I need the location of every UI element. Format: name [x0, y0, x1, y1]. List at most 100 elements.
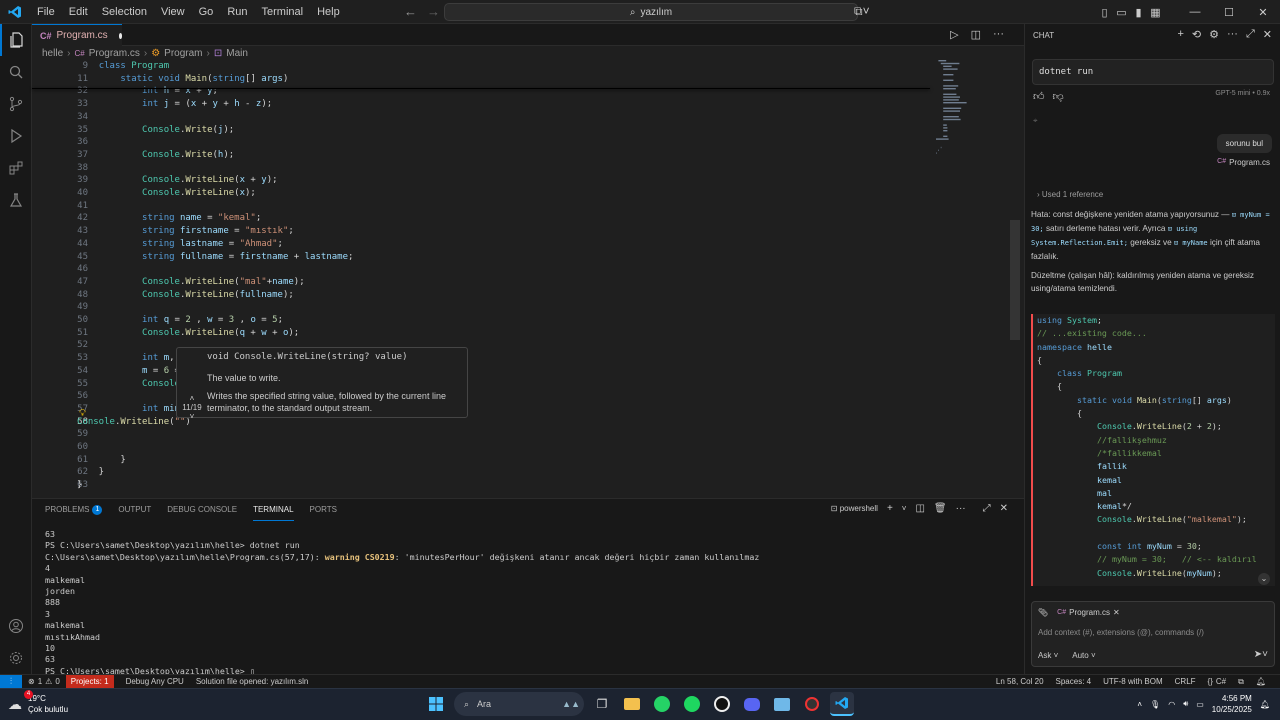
code-line[interactable]: 40 Console.WriteLine(x);	[32, 187, 932, 200]
encoding[interactable]: UTF-8 with BOM	[1097, 677, 1169, 687]
new-chat-icon[interactable]: +	[1177, 28, 1183, 41]
source-control-icon[interactable]	[0, 88, 32, 120]
weather-widget[interactable]: ☁ 19°C Çok bulutlu	[8, 693, 68, 715]
indentation[interactable]: Spaces: 4	[1050, 677, 1098, 687]
pin-icon[interactable]: ⌖	[1033, 116, 1038, 126]
forward-arrow-icon[interactable]: →	[427, 4, 440, 19]
maximize-button[interactable]: ☐	[1212, 6, 1246, 19]
thumbs-down-icon[interactable]: 👎︎	[1053, 90, 1064, 103]
menu-run[interactable]: Run	[220, 0, 254, 24]
split-terminal-icon[interactable]: ◫	[915, 503, 924, 514]
more-actions-icon[interactable]: ···	[1227, 28, 1238, 41]
overload-navigator[interactable]: ˄ 11/19 ˅	[179, 394, 205, 421]
code-line[interactable]: 37 Console.Write(h);	[32, 149, 932, 162]
attach-icon[interactable]: 📎︎	[1038, 608, 1048, 617]
code-line[interactable]: 38	[32, 162, 932, 175]
code-line[interactable]: 56	[32, 390, 932, 403]
code-editor[interactable]: 9 class Program 11 static void Main(strin…	[32, 60, 932, 498]
code-line[interactable]: 43 string firstname = "mıstık";	[32, 225, 932, 238]
thumbs-up-icon[interactable]: 👍︎	[1033, 90, 1045, 103]
menu-go[interactable]: Go	[192, 0, 221, 24]
code-line[interactable]: 53 int m,	[32, 352, 932, 365]
code-line[interactable]: 36	[32, 136, 932, 149]
chevron-down-icon[interactable]: ˅	[179, 412, 205, 421]
code-line[interactable]: 55 Console	[32, 378, 932, 391]
chat-code-block[interactable]: using System; // ...existing code... names…	[1031, 314, 1275, 586]
send-icon[interactable]: ➤˅	[1254, 649, 1268, 660]
toggle-secondary-sidebar-icon[interactable]: ▮	[1130, 6, 1147, 19]
breadcrumb-method[interactable]: Main	[226, 48, 248, 59]
menu-edit[interactable]: Edit	[62, 0, 95, 24]
editor-scrollbar[interactable]	[1010, 60, 1020, 498]
menu-terminal[interactable]: Terminal	[255, 0, 311, 24]
volume-icon[interactable]: 🔊︎	[1183, 699, 1188, 709]
code-line[interactable]: 39 Console.WriteLine(x + y);	[32, 174, 932, 187]
code-line[interactable]: 62 }	[32, 466, 932, 479]
search-icon[interactable]	[0, 56, 32, 88]
github-icon[interactable]	[710, 692, 734, 716]
settings-gear-icon[interactable]	[0, 642, 32, 674]
customize-layout-icon[interactable]: ▦	[1147, 6, 1164, 19]
code-line[interactable]: 50 int q = 2 , w = 3 , o = 5;	[32, 314, 932, 327]
scroll-down-icon[interactable]: ⌄	[1258, 573, 1270, 585]
code-line[interactable]: 46	[32, 263, 932, 276]
chevron-down-icon[interactable]: ˅	[902, 504, 907, 513]
file-explorer-icon[interactable]	[620, 692, 644, 716]
discord-icon[interactable]	[740, 692, 764, 716]
tab-problems[interactable]: PROBLEMS 1	[45, 499, 103, 521]
testing-flask-icon[interactable]	[0, 184, 32, 216]
solution-status[interactable]: Solution file opened: yazılım.sln	[190, 677, 315, 686]
code-line[interactable]: 33 int j = (x + y + h - z);	[32, 98, 932, 111]
photos-icon[interactable]	[770, 692, 794, 716]
run-debug-icon[interactable]	[0, 120, 32, 152]
user-message-reference[interactable]: C# Program.cs	[1217, 158, 1270, 167]
split-editor-icon[interactable]: ◫	[971, 28, 981, 41]
tab-terminal[interactable]: TERMINAL	[253, 499, 294, 521]
code-line[interactable]: 61 }	[32, 454, 932, 467]
code-line[interactable]: 58 Console.WriteLine("")	[32, 416, 932, 429]
network-icon[interactable]: ◠	[1168, 700, 1175, 709]
terminal-shell-selector[interactable]: ⊡ powershell	[831, 504, 878, 513]
copilot-icon[interactable]: ⧉˅	[854, 4, 870, 19]
notification-bell-icon[interactable]: 🔔︎	[1260, 700, 1270, 709]
whatsapp-icon[interactable]	[650, 692, 674, 716]
code-line[interactable]: 47 Console.WriteLine("mal"+name);	[32, 276, 932, 289]
code-line[interactable]: 49	[32, 301, 932, 314]
breadcrumb-class[interactable]: Program	[164, 48, 202, 59]
code-line[interactable]: 44 string lastname = "Ahmad";	[32, 238, 932, 251]
toggle-primary-sidebar-icon[interactable]: ▯	[1096, 6, 1113, 19]
sticky-scroll-line[interactable]: 11 static void Main(string[] args)	[32, 72, 932, 86]
code-line[interactable]: 57 int min	[32, 403, 932, 416]
remote-indicator-icon[interactable]: ⫶	[0, 674, 22, 689]
microphone-icon[interactable]: 🎙︎	[1150, 700, 1160, 709]
chat-input-placeholder[interactable]: Add context (#), extensions (@), command…	[1038, 628, 1204, 637]
lightbulb-icon[interactable]: 💡︎	[79, 408, 86, 419]
copilot-status-icon[interactable]: ⧉	[1232, 677, 1250, 687]
code-line[interactable]: 52	[32, 339, 932, 352]
settings-gear-icon[interactable]: ⚙	[1209, 28, 1219, 41]
command-center-search[interactable]: ⌕ yazılım	[444, 3, 858, 21]
chevron-up-icon[interactable]: ˄	[179, 394, 205, 403]
menu-view[interactable]: View	[154, 0, 192, 24]
close-icon[interactable]: ✕	[1263, 28, 1272, 41]
code-line[interactable]: 45 string fullname = firstname + lastnam…	[32, 251, 932, 264]
notifications-bell-icon[interactable]: 🔔︎	[1250, 677, 1272, 687]
model-selector[interactable]: Auto ˅	[1072, 651, 1095, 660]
extensions-icon[interactable]	[0, 152, 32, 184]
game-app-icon[interactable]	[800, 692, 824, 716]
used-references[interactable]: › Used 1 reference	[1037, 190, 1103, 199]
code-line[interactable]: 35 Console.Write(j);	[32, 124, 932, 137]
code-line[interactable]: 41	[32, 200, 932, 213]
maximize-panel-icon[interactable]: ⤢	[983, 503, 991, 514]
problems-status[interactable]: ⊗ 1 ⚠ 0	[22, 677, 66, 686]
toggle-panel-icon[interactable]: ▭	[1113, 6, 1130, 19]
taskbar-search[interactable]: ⌕ Ara ▲▲	[454, 692, 584, 716]
code-line[interactable]: 42 string name = "kemal";	[32, 212, 932, 225]
code-line[interactable]: 54 m = 6 =	[32, 365, 932, 378]
vscode-taskbar-icon[interactable]	[830, 692, 854, 716]
back-arrow-icon[interactable]: ←	[404, 4, 417, 19]
close-window-button[interactable]: ✕	[1246, 6, 1280, 19]
menu-selection[interactable]: Selection	[95, 0, 154, 24]
minimap[interactable]	[932, 60, 992, 160]
tab-debug-console[interactable]: DEBUG CONSOLE	[167, 499, 237, 521]
